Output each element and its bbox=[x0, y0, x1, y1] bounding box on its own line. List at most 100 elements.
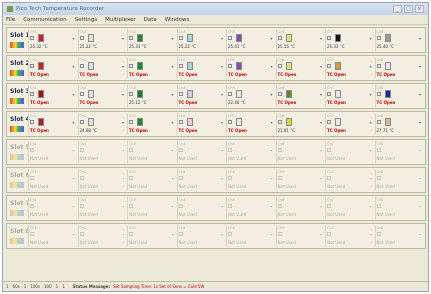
mode-field[interactable]: 1 bbox=[56, 284, 59, 289]
channel-checkbox[interactable] bbox=[30, 148, 34, 152]
channel-checkbox[interactable] bbox=[30, 120, 34, 124]
channel-checkbox[interactable] bbox=[79, 176, 84, 180]
chevron-down-icon[interactable]: ▾ bbox=[270, 204, 272, 209]
chevron-down-icon[interactable]: ▾ bbox=[270, 148, 272, 153]
chevron-down-icon[interactable]: ▾ bbox=[122, 204, 124, 209]
channel-color-swatch[interactable] bbox=[236, 62, 242, 70]
chevron-down-icon[interactable]: ▾ bbox=[122, 176, 124, 181]
channel-checkbox[interactable] bbox=[376, 36, 381, 40]
chevron-down-icon[interactable]: ▾ bbox=[320, 120, 322, 125]
channel-color-swatch[interactable] bbox=[87, 118, 94, 126]
channel-checkbox[interactable] bbox=[228, 64, 232, 68]
chevron-down-icon[interactable]: ▾ bbox=[320, 232, 322, 237]
chevron-down-icon[interactable]: ▾ bbox=[72, 204, 74, 209]
channel-checkbox[interactable] bbox=[178, 120, 183, 124]
chevron-down-icon[interactable]: ▾ bbox=[171, 64, 173, 69]
channel-color-swatch[interactable] bbox=[236, 34, 242, 42]
chevron-down-icon[interactable]: ▾ bbox=[369, 148, 371, 153]
channel-checkbox[interactable] bbox=[327, 36, 331, 40]
channel-checkbox[interactable] bbox=[178, 176, 183, 180]
channel-color-swatch[interactable] bbox=[87, 34, 94, 42]
chevron-down-icon[interactable]: ▾ bbox=[221, 176, 223, 181]
slot-color-icon[interactable] bbox=[10, 42, 24, 48]
maximize-button[interactable]: □ bbox=[404, 5, 413, 13]
chevron-down-icon[interactable]: ▾ bbox=[369, 64, 371, 69]
channel-checkbox[interactable] bbox=[79, 36, 84, 40]
chevron-down-icon[interactable]: ▾ bbox=[171, 204, 173, 209]
channel-checkbox[interactable] bbox=[327, 64, 331, 68]
chevron-down-icon[interactable]: ▾ bbox=[270, 36, 272, 41]
channel-checkbox[interactable] bbox=[327, 120, 331, 124]
chevron-down-icon[interactable]: ▾ bbox=[221, 120, 223, 125]
channel-checkbox[interactable] bbox=[129, 232, 133, 236]
channel-checkbox[interactable] bbox=[178, 204, 183, 208]
channel-checkbox[interactable] bbox=[129, 120, 133, 124]
channel-checkbox[interactable] bbox=[228, 232, 232, 236]
channel-color-swatch[interactable] bbox=[285, 62, 292, 70]
channel-color-swatch[interactable] bbox=[186, 34, 193, 42]
channel-color-swatch[interactable] bbox=[335, 62, 341, 70]
channel-color-swatch[interactable] bbox=[335, 34, 341, 42]
channel-checkbox[interactable] bbox=[30, 176, 34, 180]
chevron-down-icon[interactable]: ▾ bbox=[171, 232, 173, 237]
chevron-down-icon[interactable]: ▾ bbox=[419, 92, 421, 97]
channel-checkbox[interactable] bbox=[178, 64, 183, 68]
channel-checkbox[interactable] bbox=[30, 64, 34, 68]
channel-checkbox[interactable] bbox=[228, 204, 232, 208]
chevron-down-icon[interactable]: ▾ bbox=[122, 120, 124, 125]
speed-field[interactable]: 100s bbox=[30, 284, 40, 289]
channel-checkbox[interactable] bbox=[79, 64, 84, 68]
channel-checkbox[interactable] bbox=[178, 232, 183, 236]
chevron-down-icon[interactable]: ▾ bbox=[221, 204, 223, 209]
menu-item-file[interactable]: File bbox=[6, 17, 15, 23]
chevron-down-icon[interactable]: ▾ bbox=[72, 92, 74, 97]
channel-checkbox[interactable] bbox=[277, 92, 282, 96]
chevron-down-icon[interactable]: ▾ bbox=[171, 148, 173, 153]
slot-color-icon[interactable] bbox=[10, 70, 24, 76]
channel-checkbox[interactable] bbox=[129, 148, 133, 152]
channel-checkbox[interactable] bbox=[277, 36, 282, 40]
channel-checkbox[interactable] bbox=[79, 232, 84, 236]
channel-checkbox[interactable] bbox=[228, 148, 232, 152]
chevron-down-icon[interactable]: ▾ bbox=[369, 36, 371, 41]
channel-color-swatch[interactable] bbox=[335, 118, 341, 126]
channel-checkbox[interactable] bbox=[277, 232, 282, 236]
channel-color-swatch[interactable] bbox=[186, 62, 193, 70]
chevron-down-icon[interactable]: ▾ bbox=[419, 204, 421, 209]
channel-checkbox[interactable] bbox=[327, 92, 331, 96]
channel-checkbox[interactable] bbox=[376, 64, 381, 68]
channel-checkbox[interactable] bbox=[228, 92, 232, 96]
channel-checkbox[interactable] bbox=[30, 36, 34, 40]
chevron-down-icon[interactable]: ▾ bbox=[419, 176, 421, 181]
channel-checkbox[interactable] bbox=[277, 148, 282, 152]
channel-color-swatch[interactable] bbox=[335, 90, 341, 98]
chevron-down-icon[interactable]: ▾ bbox=[320, 64, 322, 69]
channel-color-swatch[interactable] bbox=[236, 90, 242, 98]
channel-checkbox[interactable] bbox=[79, 120, 84, 124]
menu-item-settings[interactable]: Settings bbox=[75, 17, 98, 23]
channel-checkbox[interactable] bbox=[277, 204, 282, 208]
chevron-down-icon[interactable]: ▾ bbox=[221, 36, 223, 41]
channel-color-swatch[interactable] bbox=[87, 90, 94, 98]
channel-color-swatch[interactable] bbox=[285, 90, 292, 98]
slot-color-icon[interactable] bbox=[10, 238, 24, 244]
channel-checkbox[interactable] bbox=[129, 176, 133, 180]
channel-checkbox[interactable] bbox=[277, 64, 282, 68]
chevron-down-icon[interactable]: ▾ bbox=[320, 148, 322, 153]
chevron-down-icon[interactable]: ▾ bbox=[72, 232, 74, 237]
channel-checkbox[interactable] bbox=[376, 92, 381, 96]
channel-checkbox[interactable] bbox=[178, 92, 183, 96]
channel-checkbox[interactable] bbox=[30, 92, 34, 96]
slot-color-icon[interactable] bbox=[10, 98, 24, 104]
chevron-down-icon[interactable]: ▾ bbox=[221, 148, 223, 153]
chevron-down-icon[interactable]: ▾ bbox=[221, 232, 223, 237]
chevron-down-icon[interactable]: ▾ bbox=[221, 64, 223, 69]
channel-checkbox[interactable] bbox=[228, 36, 232, 40]
chevron-down-icon[interactable]: ▾ bbox=[369, 120, 371, 125]
chevron-down-icon[interactable]: ▾ bbox=[122, 148, 124, 153]
close-button[interactable]: × bbox=[415, 5, 424, 13]
channel-color-swatch[interactable] bbox=[137, 62, 143, 70]
channel-color-swatch[interactable] bbox=[137, 90, 143, 98]
chevron-down-icon[interactable]: ▾ bbox=[270, 120, 272, 125]
chevron-down-icon[interactable]: ▾ bbox=[122, 232, 124, 237]
